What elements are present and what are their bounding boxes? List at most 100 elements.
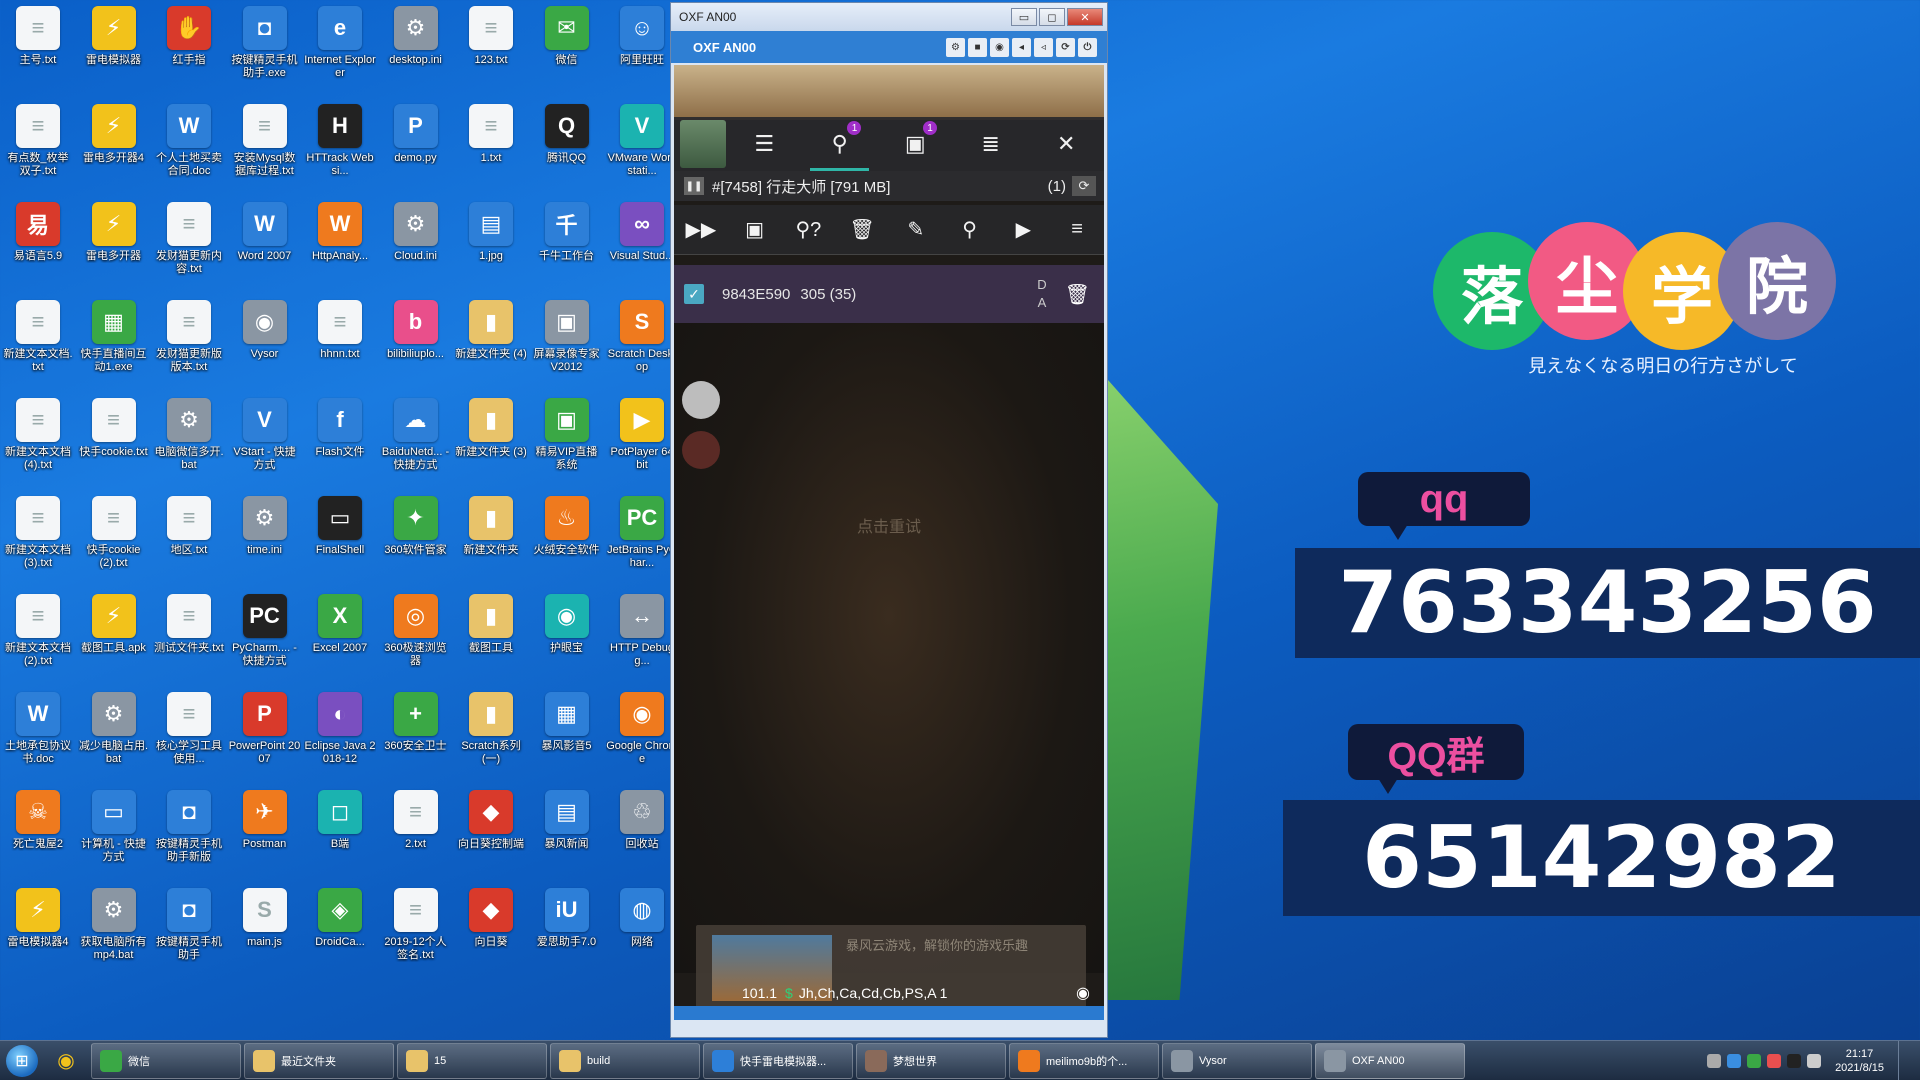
desktop-icon[interactable]: 千千牛工作台 (531, 202, 603, 298)
desktop-icon[interactable]: ▭ 计算机 - 快捷方式 (78, 790, 150, 886)
desktop-icon[interactable]: ≡ 核心学习工具使用... (153, 692, 225, 788)
video-icon[interactable]: ■ (968, 37, 987, 57)
volume-down-icon[interactable]: ◂ (1012, 37, 1031, 57)
desktop-icon[interactable]: ☺ 阿里旺旺 (606, 6, 678, 102)
desktop-icon[interactable]: X Excel 2007 (304, 594, 376, 690)
desktop-icon[interactable]: ≡ 发财猫更新版版本.txt (153, 300, 225, 396)
desktop-icon[interactable]: ≡ 123.txt (455, 6, 527, 102)
desktop-icon[interactable]: Pdemo.py (380, 104, 452, 200)
result-checkbox[interactable]: ✓ (684, 284, 704, 304)
delete-icon[interactable]: 🗑 (1065, 282, 1090, 307)
desktop-icon[interactable]: ◉ Google Chrome (606, 692, 678, 788)
gear-icon[interactable]: ⚙ (946, 37, 965, 57)
desktop-icon[interactable]: ▮ 新建文件夹 (455, 496, 527, 592)
desktop-icon[interactable]: ◐ Eclipse Java 2018-12 (304, 692, 376, 788)
desktop-icon[interactable]: ▦ 暴风影音5 (531, 692, 603, 788)
desktop-icon[interactable]: ≡ 快手cookie.txt (78, 398, 150, 494)
game-scene[interactable]: 点击重试 (674, 323, 1104, 973)
desktop-icon[interactable]: ≡ 2.txt (380, 790, 452, 886)
desktop-icon[interactable]: V VMware Workstati... (606, 104, 678, 200)
list-icon[interactable]: ≣ (953, 117, 1029, 171)
network-icon[interactable] (1747, 1053, 1762, 1068)
close-icon[interactable]: ✕ (1028, 117, 1104, 171)
desktop-icon[interactable]: ✉ 微信 (531, 6, 603, 102)
desktop-icon[interactable]: ≡ 主号.txt (2, 6, 74, 102)
desktop-icon[interactable]: ⚡ 雷电多开器4 (78, 104, 150, 200)
app-avatar[interactable] (680, 120, 727, 168)
desktop-icon[interactable]: PC PyCharm.... - 快捷方式 (229, 594, 301, 690)
taskbar-task[interactable]: Vysor (1162, 1042, 1312, 1079)
desktop-icon[interactable]: S Scratch Desktop (606, 300, 678, 396)
qq-tray-icon[interactable] (1787, 1053, 1802, 1068)
clock[interactable]: 21:17 2021/8/15 (1835, 1047, 1884, 1075)
desktop-icon[interactable]: ◎ 360极速浏览器 (380, 594, 452, 690)
emulator-titlebar[interactable]: OXF AN00 ▭ ◻ ✕ (671, 3, 1107, 31)
maximize-button[interactable]: ◻ (1039, 8, 1065, 26)
security-icon[interactable] (1767, 1053, 1782, 1068)
taskbar-task[interactable]: 梦想世界 (856, 1042, 1006, 1079)
desktop-icon[interactable]: PC JetBrains PyChar... (606, 496, 678, 592)
desktop-icon[interactable]: ↔ HTTP Debugg... (606, 594, 678, 690)
desktop-icon[interactable]: ◘ 按键精灵手机助手.exe (229, 6, 301, 102)
power-icon[interactable]: ⏻ (1078, 37, 1097, 57)
close-window-button[interactable]: ✕ (1067, 8, 1103, 26)
desktop-icon[interactable]: P PowerPoint 2007 (229, 692, 301, 788)
volume-icon[interactable] (1807, 1053, 1822, 1068)
desktop-icon[interactable]: ◆ 向日葵控制端 (455, 790, 527, 886)
desktop-icon[interactable]: W 土地承包协议书.doc (2, 692, 74, 788)
desktop-icon[interactable]: ≡ 新建文本文档 (2).txt (2, 594, 74, 690)
desktop-icon[interactable]: ⚙ Cloud.ini (380, 202, 452, 298)
desktop-icon[interactable]: H HTTrack Websi... (304, 104, 376, 200)
taskbar-task[interactable]: 快手雷电模拟器... (703, 1042, 853, 1079)
show-desktop-button[interactable] (1898, 1040, 1912, 1080)
delete-icon[interactable]: 🗑 (842, 217, 882, 242)
desktop-icon[interactable]: ≡ 地区.txt (153, 496, 225, 592)
eye-icon[interactable]: ◉ (1076, 983, 1090, 1003)
desktop-icon[interactable]: ≡ 新建文本文档.txt (2, 300, 74, 396)
taskbar-task[interactable]: 15 (397, 1042, 547, 1079)
desktop-icon[interactable]: ≡ 新建文本文档 (3).txt (2, 496, 74, 592)
play-icon[interactable]: ▶ (1003, 217, 1043, 242)
save-icon[interactable]: ▣ (735, 217, 775, 242)
desktop-icon[interactable]: 易易语言5.9 (2, 202, 74, 298)
desktop-icon[interactable]: ∞ Visual Stud... (606, 202, 678, 298)
desktop-icon[interactable]: ▮ 截图工具 (455, 594, 527, 690)
desktop-icon[interactable]: ≡ 1.txt (455, 104, 527, 200)
save-icon[interactable]: ▣ 1 (877, 117, 953, 171)
desktop-icon[interactable]: ◘ 按键精灵手机助手 (153, 888, 225, 984)
desktop-icon[interactable]: W Word 2007 (229, 202, 301, 298)
desktop-icon[interactable]: ◘ 按键精灵手机助手新版 (153, 790, 225, 886)
desktop-icon[interactable]: ⚡ 截图工具.apk (78, 594, 150, 690)
emulator-window[interactable]: OXF AN00 ▭ ◻ ✕ OXF AN00 ⚙ ■ ◉ ◂ ◃ ⟳ ⏻ ☰ ⚲ 1 ▣ 1 … (670, 2, 1108, 1038)
desktop-icon[interactable]: ◈ DroidCa... (304, 888, 376, 984)
menu-icon[interactable]: ≡ (1057, 218, 1097, 241)
desktop-icon[interactable]: ▣ 精易VIP直播系统 (531, 398, 603, 494)
desktop-icon[interactable]: W HttpAnaly... (304, 202, 376, 298)
desktop-icon[interactable]: ⚙ 减少电脑占用.bat (78, 692, 150, 788)
desktop-icon[interactable]: ≡ 发财猫更新内容.txt (153, 202, 225, 298)
taskbar-task[interactable]: OXF AN00 (1315, 1042, 1465, 1079)
desktop-icon[interactable]: ☁ BaiduNetd... - 快捷方式 (380, 398, 452, 494)
desktop-icon[interactable]: ▮ Scratch系列 (一) (455, 692, 527, 788)
desktop-icon[interactable]: ⚡ 雷电模拟器4 (2, 888, 74, 984)
desktop-icon[interactable]: ▭ FinalShell (304, 496, 376, 592)
desktop-icon[interactable]: ◉ 护眼宝 (531, 594, 603, 690)
retry-text[interactable]: 点击重试 (674, 513, 1104, 537)
windows-start-icon[interactable]: ⊞ (0, 1041, 44, 1080)
taskbar-task[interactable]: meilimo9b的个... (1009, 1042, 1159, 1079)
desktop-icon[interactable]: ♲ 回收站 (606, 790, 678, 886)
search-icon[interactable]: ⚲ (950, 217, 990, 242)
desktop-icon[interactable]: ▤ 1.jpg (455, 202, 527, 298)
desktop-icon[interactable]: ♨ 火绒安全软件 (531, 496, 603, 592)
desktop-icon[interactable]: ⚡ 雷电多开器 (78, 202, 150, 298)
volume-up-icon[interactable]: ◃ (1034, 37, 1053, 57)
sliders-icon[interactable]: ☰ (726, 117, 802, 171)
desktop-icon[interactable]: ≡ 新建文本文档 (4).txt (2, 398, 74, 494)
desktop-icon[interactable]: b bilibiliuplo... (380, 300, 452, 396)
result-row[interactable]: ✓ 9843E590 305 (35) D A 🗑 (674, 265, 1104, 323)
edit-icon[interactable]: ✎ (896, 217, 936, 242)
desktop-icon[interactable]: f Flash文件 (304, 398, 376, 494)
desktop-icon[interactable]: ⚙ desktop.ini (380, 6, 452, 102)
search-icon[interactable]: ⚲ 1 (802, 117, 878, 171)
minimize-button[interactable]: ▭ (1011, 8, 1037, 26)
